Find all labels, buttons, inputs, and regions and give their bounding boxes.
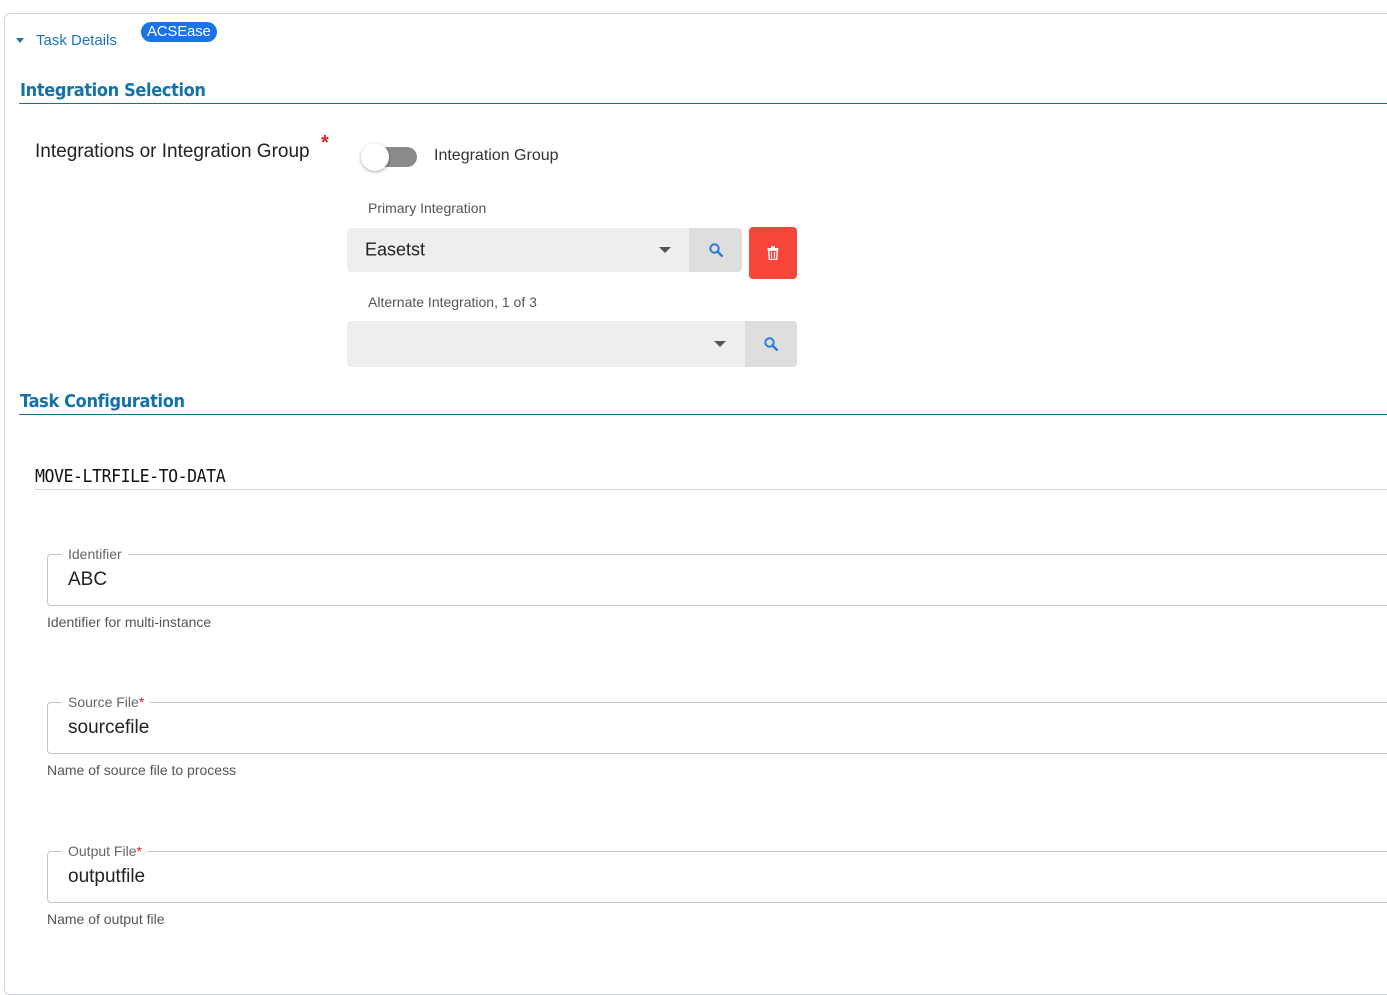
section-divider <box>19 103 1387 104</box>
section-title-task-configuration: Task Configuration <box>20 391 185 412</box>
output-file-field-value: outputfile <box>68 866 146 887</box>
trash-icon <box>767 246 779 260</box>
primary-integration-select[interactable]: Easetst <box>347 228 689 272</box>
integration-badge: ACSEase <box>141 22 217 42</box>
section-title-integration-selection: Integration Selection <box>20 80 206 101</box>
source-file-field-label: Source File* <box>62 694 151 710</box>
alternate-integration-label: Alternate Integration, 1 of 3 <box>368 294 537 310</box>
primary-integration-value: Easetst <box>365 239 426 260</box>
source-file-helper-text: Name of source file to process <box>47 762 237 778</box>
output-file-helper-text: Name of output file <box>47 911 165 927</box>
search-icon <box>708 243 723 257</box>
alternate-integration-select[interactable] <box>347 321 745 367</box>
required-indicator: * <box>138 694 145 710</box>
delete-primary-integration-button[interactable] <box>749 227 797 279</box>
identifier-field-label: Identifier <box>62 546 128 562</box>
output-file-field[interactable]: Output File* outputfile <box>47 843 1387 903</box>
task-details-label: Task Details <box>36 32 117 49</box>
output-file-field-label: Output File* <box>62 843 148 859</box>
identifier-helper-text: Identifier for multi-instance <box>47 614 212 630</box>
primary-integration-search-button[interactable] <box>689 228 742 272</box>
integration-group-toggle-label: Integration Group <box>434 147 559 164</box>
task-details-toggle[interactable]: Task Details <box>16 32 117 49</box>
primary-integration-label: Primary Integration <box>368 200 487 216</box>
caret-down-icon <box>16 38 24 43</box>
source-file-field[interactable]: Source File* sourcefile <box>47 694 1387 754</box>
alternate-integration-search-button[interactable] <box>745 321 797 367</box>
chevron-down-icon <box>659 247 671 253</box>
source-file-field-value: sourcefile <box>68 717 150 738</box>
identifier-field[interactable]: Identifier ABC <box>47 546 1387 606</box>
task-name-divider <box>35 489 1387 490</box>
required-indicator: * <box>321 132 329 154</box>
integration-group-toggle[interactable] <box>361 142 417 172</box>
section-divider <box>19 414 1387 415</box>
integrations-field-label: Integrations or Integration Group <box>35 141 310 162</box>
required-indicator: * <box>136 843 142 859</box>
search-icon <box>764 337 778 351</box>
identifier-field-value: ABC <box>68 569 108 590</box>
task-name-heading: MOVE-LTRFILE-TO-DATA <box>35 466 226 487</box>
chevron-down-icon <box>714 341 726 347</box>
